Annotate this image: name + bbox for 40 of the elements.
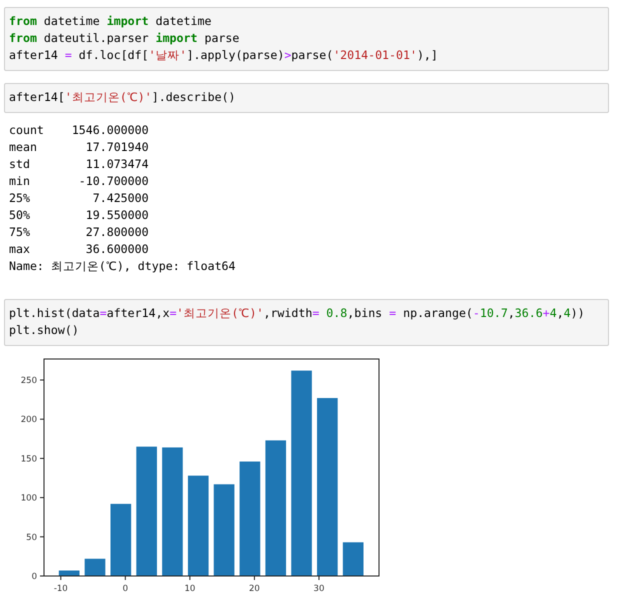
output-line: mean 17.701940 [9,139,150,156]
x-tick-label: 30 [314,584,324,594]
code-line: from dateutil.parser import parse [9,30,240,47]
x-tick-label: 10 [184,584,196,594]
y-tick: 50 [26,532,44,543]
x-tick-label: 0 [122,584,128,594]
y-tick-label: 0 [32,572,37,582]
y-tick: 150 [20,454,44,464]
x-tick: 10 [184,576,196,594]
output-line: count 1546.000000 [9,122,150,139]
y-tick: 0 [32,572,44,582]
x-tick: 0 [122,576,128,594]
x-tick: 30 [314,576,324,594]
y-tick-label: 50 [26,532,37,543]
code-cell[interactable]: from datetime import datetime from dateutil.parser import parse after14 = df.loc[df['날짜'].apply(parse)>parse('2014-01-01'),] [4,7,609,71]
output-line: min -10.700000 [9,173,150,190]
x-tick-label: 20 [249,584,260,594]
code-cell[interactable]: plt.hist(data=after14,x='최고기온(℃)',rwidth= 0.8,bins = np.arange(-10.7,36.6+4,4)) plt.show() [4,299,609,346]
output-line: 50% 19.550000 [9,207,150,224]
code-line: after14['최고기온(℃)'].describe() [9,89,237,106]
output-line: std 11.073474 [9,156,150,173]
x-tick: 20 [249,576,260,594]
code-line: plt.show() [9,322,80,339]
y-tick-label: 100 [20,494,37,504]
y-tick: 200 [20,415,44,426]
code-line: from datetime import datetime [9,13,212,30]
output-line: Name: 최고기온(℃), dtype: float64 [9,258,237,275]
y-tick-label: 250 [20,376,37,386]
x-tick: -10 [54,576,68,594]
y-tick: 100 [20,494,44,504]
output-line: 75% 27.800000 [9,224,150,241]
code-line: plt.hist(data=after14,x='최고기온(℃)',rwidth= 0.8,bins = np.arange(-10.7,36.6+4,4)) [9,305,586,322]
output-line: max 36.600000 [9,241,150,258]
y-tick: 250 [20,376,44,386]
x-tick-label: -10 [54,584,68,594]
code-line: after14 = df.loc[df['날짜'].apply(parse)>parse('2014-01-01'),] [9,47,439,64]
code-cell[interactable]: after14['최고기온(℃)'].describe() [4,83,609,113]
output-line: 25% 7.425000 [9,190,150,207]
y-tick-label: 200 [20,415,37,426]
y-tick-label: 150 [20,454,37,464]
